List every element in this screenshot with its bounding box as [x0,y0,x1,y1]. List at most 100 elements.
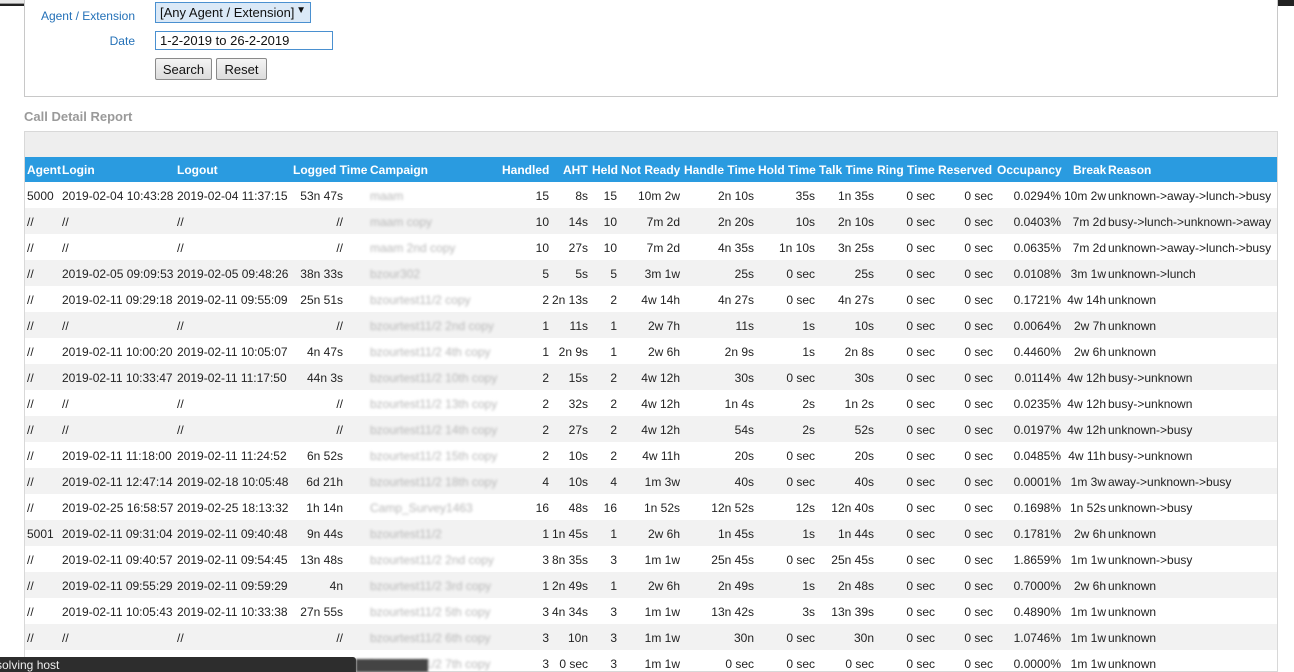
cell-agent: // [27,605,34,619]
cell-logged-time: 13n 48s [300,553,343,567]
cell-agent: // [27,293,34,307]
cell-campaign: bzourtest11/2 copy [370,293,471,307]
cell-logged-time: 25n 51s [300,293,343,307]
cell-logged-time: // [336,423,343,437]
cell-not-ready: 1m 1w [644,553,680,567]
column-header-reason: Reason [1108,163,1152,177]
cell-agent: // [27,449,34,463]
cell-reason: away->unknown->busy [1108,475,1232,489]
cell-campaign: bzourtest11/2 2nd copy [370,319,494,333]
cell-ring-time: 0 sec [906,579,935,593]
cell-campaign: bzour302 [370,267,421,281]
table-body: 5000 2019-02-04 10:43:28 2019-02-04 11:37:… [25,182,1277,671]
agent-extension-select[interactable]: [Any Agent / Extension] ▼ [155,2,311,23]
cell-hold-time: 12s [795,501,815,515]
cell-talk-time: 30n [853,631,874,645]
reset-button[interactable]: Reset [216,58,267,80]
table-row: // 2019-02-05 09:09:53 2019-02-05 09:48:26… [25,260,1277,286]
cell-agent: // [27,631,34,645]
cell-hold-time: 0 sec [786,475,815,489]
cell-handled: 2 [542,423,549,437]
cell-agent: 5001 [27,527,54,541]
agent-extension-label: Agent / Extension [40,9,135,23]
column-header-handled: Handled [502,163,550,177]
cell-logout: 2019-02-25 18:13:32 [177,501,289,515]
cell-logout: // [177,241,184,255]
cell-ring-time: 0 sec [906,215,935,229]
cell-break: 10m 2w [1063,189,1106,203]
cell-aht: 10s [568,475,588,489]
cell-login: // [62,215,69,229]
cell-occupancy: 0.0485% [1013,449,1061,463]
cell-hold-time: 0 sec [786,631,815,645]
cell-reason: busy->unknown [1108,397,1193,411]
cell-not-ready: 1m 1w [644,657,680,671]
cell-logout: // [177,397,184,411]
column-header-hold-time: Hold Time [758,163,816,177]
cell-login: 2019-02-11 12:47:14 [62,475,173,489]
cell-campaign: bzourtest11/2 6th copy [370,631,491,645]
cell-hold-time: 0 sec [786,267,815,281]
cell-occupancy: 0.0403% [1013,215,1061,229]
cell-login: 2019-02-11 10:05:43 [62,605,173,619]
cell-break: 1n 52s [1069,501,1106,515]
filter-panel: Agent / Extension [Any Agent / Extension… [24,0,1278,97]
cell-talk-time: 52s [854,423,874,437]
cell-login: 2019-02-11 09:40:57 [62,553,173,567]
cell-break: 2w 6h [1073,579,1106,593]
cell-talk-time: 13n 39s [831,605,874,619]
cell-reserved: 0 sec [964,527,993,541]
cell-held: 2 [610,371,617,385]
cell-break: 4w 11h [1068,449,1106,463]
table-row: // 2019-02-11 10:00:20 2019-02-11 10:05:07… [25,338,1277,364]
cell-handle-time: 40s [734,475,754,489]
table-row: // // // // bzourtest11/2 6th copy 3 10n 3 1m 1w… [25,624,1277,650]
cell-handle-time: 30n [733,631,754,645]
cell-handled: 15 [535,189,549,203]
date-range-input[interactable] [155,31,333,50]
cell-aht: 27s [568,241,588,255]
cell-ring-time: 0 sec [906,449,935,463]
cell-break: 1m 1w [1070,657,1106,671]
cell-reserved: 0 sec [964,631,993,645]
cell-reason: unknown->away->lunch->busy [1108,189,1272,203]
cell-handled: 2 [542,371,549,385]
cell-occupancy: 0.1721% [1013,293,1061,307]
cell-reserved: 0 sec [964,241,993,255]
cell-hold-time: 2s [802,397,815,411]
column-header-not-ready: Not Ready [621,163,681,177]
cell-logged-time: // [336,631,343,645]
cell-not-ready: 7m 2d [646,241,680,255]
cell-handled: 5 [542,267,549,281]
cell-reason: unknown->away->lunch->busy [1108,241,1272,255]
search-button[interactable]: Search [155,58,212,80]
cell-talk-time: 3n 25s [837,241,874,255]
cell-logged-time: 44n 3s [306,371,343,385]
cell-reason: unknown [1108,605,1157,619]
cell-not-ready: 1m 1w [644,631,680,645]
cell-handle-time: 12n 52s [711,501,754,515]
cell-not-ready: 2w 6h [647,579,680,593]
cell-reserved: 0 sec [964,371,993,385]
cell-logout: 2019-02-04 11:37:15 [177,189,288,203]
cell-login: // [62,397,69,411]
cell-break: 4w 12h [1067,397,1106,411]
cell-agent: // [27,397,34,411]
cell-agent: // [27,579,34,593]
cell-aht: 1n 45s [551,527,588,541]
cell-handle-time: 1n 4s [724,397,754,411]
cell-break: 1m 1w [1070,631,1106,645]
cell-handle-time: 54s [734,423,754,437]
cell-campaign: bzourtest11/2 5th copy [370,605,491,619]
cell-talk-time: 25n 45s [831,553,874,567]
cell-hold-time: 0 sec [786,553,815,567]
cell-talk-time: 2n 48s [837,579,874,593]
cell-login: // [62,241,69,255]
cell-hold-time: 2s [802,423,815,437]
cell-agent: // [27,423,34,437]
cell-aht: 14s [568,215,588,229]
cell-held: 10 [603,241,617,255]
column-header-ring-time: Ring Time [877,163,935,177]
table-row: // // // // bzourtest11/2 14th copy 2 27s 2 4w 1… [25,416,1277,442]
cell-reason: unknown->busy [1108,553,1193,567]
